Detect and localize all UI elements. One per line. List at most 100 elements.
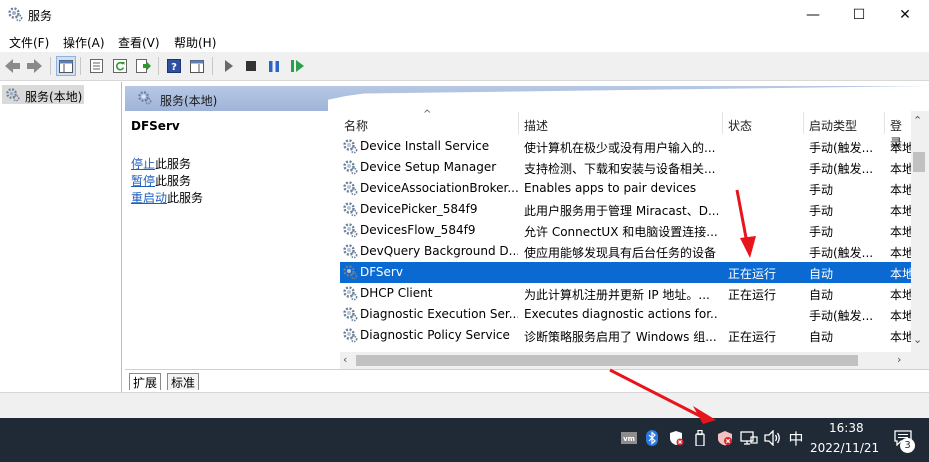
- service-gear-icon: [342, 180, 358, 196]
- show-hide-console-tree-button[interactable]: [56, 56, 76, 76]
- restart-service-suffix: 此服务: [167, 191, 204, 205]
- forward-icon: [27, 59, 42, 73]
- services-gear-icon: [138, 91, 152, 105]
- column-separator[interactable]: [518, 112, 519, 134]
- cell-desc: 使应用能够发现具有后台任务的设备: [524, 246, 717, 260]
- cell-name: Device Install Service: [360, 139, 490, 153]
- cell-name: Device Setup Manager: [360, 160, 497, 174]
- table-row[interactable]: Diagnostic Execution Ser... Executes diag…: [340, 304, 929, 325]
- restart-service-link[interactable]: 重启动: [131, 191, 167, 205]
- pause-service-button[interactable]: [264, 56, 284, 76]
- scroll-right-icon[interactable]: ›: [897, 353, 901, 366]
- services-gear-icon: [8, 7, 23, 22]
- table-row[interactable]: DeviceAssociationBroker... Enables apps t…: [340, 178, 929, 199]
- column-separator[interactable]: [803, 112, 804, 134]
- close-button[interactable]: ✕: [882, 0, 928, 30]
- toolbar-separator: [80, 57, 81, 75]
- menu-file[interactable]: 文件(F): [9, 34, 49, 51]
- export-list-icon: [135, 59, 151, 73]
- vmware-tray-button[interactable]: vm: [620, 428, 638, 448]
- menu-action[interactable]: 操作(A): [63, 34, 105, 51]
- bluetooth-tray-button[interactable]: [645, 428, 659, 448]
- tab-extended[interactable]: 扩展: [129, 373, 162, 390]
- cell-desc: Enables apps to pair devices: [524, 181, 697, 195]
- vertical-scroll-thumb[interactable]: [913, 152, 925, 172]
- refresh-button[interactable]: [110, 56, 130, 76]
- stop-service-link[interactable]: 停止: [131, 157, 155, 171]
- service-gear-icon: [342, 159, 358, 175]
- panel-header-title: 服务(本地): [160, 94, 218, 108]
- volume-tray-button[interactable]: [763, 428, 783, 448]
- column-header-name[interactable]: 名称: [344, 117, 368, 134]
- usb-drive-tray-button[interactable]: [693, 428, 707, 448]
- menu-view[interactable]: 查看(V): [118, 34, 160, 51]
- maximize-button[interactable]: ☐: [836, 0, 882, 30]
- tab-standard[interactable]: 标准: [167, 373, 200, 390]
- cell-logon: 本地: [890, 246, 912, 260]
- table-row[interactable]: DevQuery Background D... 使应用能够发现具有后台任务的设备…: [340, 241, 929, 262]
- cell-status: 正在运行: [728, 288, 777, 302]
- show-hide-action-pane-button[interactable]: [187, 56, 207, 76]
- forward-button[interactable]: [24, 56, 44, 76]
- clock-time[interactable]: 16:38: [829, 421, 864, 435]
- table-row[interactable]: DHCP Client 为此计算机注册并更新 IP 地址。... 正在运行 自动 本地: [340, 283, 929, 304]
- service-gear-icon: [342, 327, 358, 343]
- cell-desc: 允许 ConnectUX 和电脑设置连接...: [524, 225, 718, 239]
- column-header-status[interactable]: 状态: [728, 117, 752, 134]
- cell-desc: 此用户服务用于管理 Miracast、D...: [524, 204, 718, 218]
- cell-desc: 使计算机在极少或没有用户输入的...: [524, 141, 716, 155]
- back-button[interactable]: [3, 56, 23, 76]
- start-service-icon: [225, 60, 233, 72]
- toolbar-separator: [50, 57, 51, 75]
- cell-startup: 手动(触发...: [809, 141, 874, 155]
- pause-service-link[interactable]: 暂停: [131, 174, 155, 188]
- service-gear-icon: [342, 201, 358, 217]
- stop-service-action[interactable]: 停止此服务: [131, 155, 191, 172]
- column-separator[interactable]: [884, 112, 885, 134]
- column-header-startup-type[interactable]: 启动类型: [809, 117, 857, 134]
- horizontal-scroll-thumb[interactable]: [356, 355, 858, 366]
- column-separator[interactable]: [722, 112, 723, 134]
- clock-date[interactable]: 2022/11/21: [810, 441, 879, 455]
- bluetooth-icon: [646, 430, 658, 446]
- minimize-button[interactable]: —: [790, 0, 836, 30]
- cell-name: DHCP Client: [360, 286, 433, 300]
- help-button[interactable]: ?: [164, 56, 184, 76]
- show-hide-action-pane-icon: [190, 59, 204, 73]
- start-service-button[interactable]: [219, 56, 239, 76]
- table-row[interactable]: DFServ 正在运行 自动 本地: [340, 262, 929, 283]
- export-list-button[interactable]: [133, 56, 153, 76]
- table-row[interactable]: Device Setup Manager 支持检测、下载和安装与设备相关... 手动…: [340, 157, 929, 178]
- security-center-tray-button[interactable]: [715, 428, 735, 448]
- console-tree-pane: [0, 82, 122, 392]
- table-row[interactable]: Device Install Service 使计算机在极少或没有用户输入的...…: [340, 136, 929, 157]
- ime-icon: 中: [788, 429, 804, 448]
- cell-logon: 本地: [890, 330, 912, 344]
- cell-desc: 为此计算机注册并更新 IP 地址。...: [524, 288, 710, 302]
- cell-logon: 本地: [890, 141, 912, 155]
- cell-logon: 本地: [890, 162, 912, 176]
- table-row[interactable]: DevicesFlow_584f9 允许 ConnectUX 和电脑设置连接...…: [340, 220, 929, 241]
- cell-startup: 手动(触发...: [809, 309, 874, 323]
- table-row[interactable]: Diagnostic Policy Service 诊断策略服务启用了 Windo…: [340, 325, 929, 346]
- cell-logon: 本地: [890, 204, 912, 218]
- service-gear-icon: [342, 243, 358, 259]
- stop-service-button[interactable]: [241, 56, 261, 76]
- scroll-down-icon[interactable]: ⌄: [913, 333, 922, 346]
- menu-help[interactable]: 帮助(H): [174, 34, 216, 51]
- properties-button[interactable]: [86, 56, 106, 76]
- scroll-left-icon[interactable]: ‹: [343, 353, 347, 366]
- network-tray-button[interactable]: [739, 428, 759, 448]
- resume-service-button[interactable]: [287, 56, 307, 76]
- cell-status: 正在运行: [728, 330, 777, 344]
- restart-service-action[interactable]: 重启动此服务: [131, 189, 203, 206]
- sort-ascending-icon: ^: [423, 109, 432, 120]
- show-hide-console-tree-icon: [59, 59, 73, 73]
- table-row[interactable]: DevicePicker_584f9 此用户服务用于管理 Miracast、D..…: [340, 199, 929, 220]
- ime-tray-button[interactable]: 中: [786, 428, 806, 448]
- column-header-description[interactable]: 描述: [524, 117, 548, 134]
- vertical-scrollbar[interactable]: [911, 111, 929, 354]
- pause-service-action[interactable]: 暂停此服务: [131, 172, 191, 189]
- security-warning-tray-button[interactable]: [667, 428, 685, 448]
- scroll-up-icon[interactable]: ⌃: [913, 114, 922, 127]
